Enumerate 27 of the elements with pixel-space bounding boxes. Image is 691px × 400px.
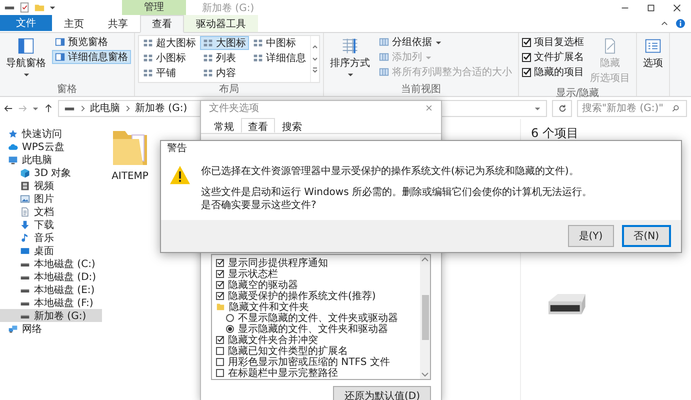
setting-label: 显示同步提供程序通知 (228, 256, 328, 268)
warning-message: 你已选择在文件资源管理器中显示受保护的操作系统文件(标记为系统和隐藏的文件)。 (201, 165, 580, 178)
folder-name: AITEMP (112, 171, 148, 182)
group-label: 当前视图 (400, 83, 442, 96)
setting-label: 在标题栏中显示完整路径 (228, 366, 338, 380)
setting-group-label: 隐藏文件和文件夹 (229, 300, 309, 312)
warning-detail: 这些文件是启动和运行 Windows 所必需的。删除或编辑它们会使你的计算机无法运行。 (201, 186, 592, 199)
setting-label: 隐藏文件夹合并冲突 (228, 334, 318, 346)
setting-label: 显示状态栏 (228, 268, 278, 280)
group-label: 窗格 (56, 83, 78, 96)
context-tab-header: 管理 (122, 0, 186, 15)
group-label: 布局 (218, 83, 240, 96)
setting-label: 不显示隐藏的文件、文件夹或驱动器 (238, 312, 398, 324)
setting-label: 隐藏已知文件类型的扩展名 (228, 344, 348, 356)
setting-label: 显示隐藏的文件、文件夹和驱动器 (238, 322, 388, 334)
checkbox-label: 隐藏的项目 (534, 66, 584, 79)
setting-label: 隐藏空的驱动器 (228, 278, 298, 290)
group-label: 显示/隐藏 (554, 87, 600, 100)
dialog-title: 文件夹选项 (209, 102, 259, 115)
item-count: 6 个项目 (531, 125, 580, 142)
dialog-title: 警告 (166, 142, 188, 156)
checkbox-label: 文件扩展名 (534, 50, 584, 64)
window-title: 新加卷 (G:) (202, 2, 254, 14)
checkbox-label: 项目复选框 (534, 36, 584, 49)
setting-label: 隐藏受保护的操作系统文件(推荐) (228, 290, 376, 302)
setting-label: 用彩色显示加密或压缩的 NTFS 文件 (228, 356, 390, 368)
warning-detail: 是否确实要显示这些文件? (201, 199, 318, 212)
